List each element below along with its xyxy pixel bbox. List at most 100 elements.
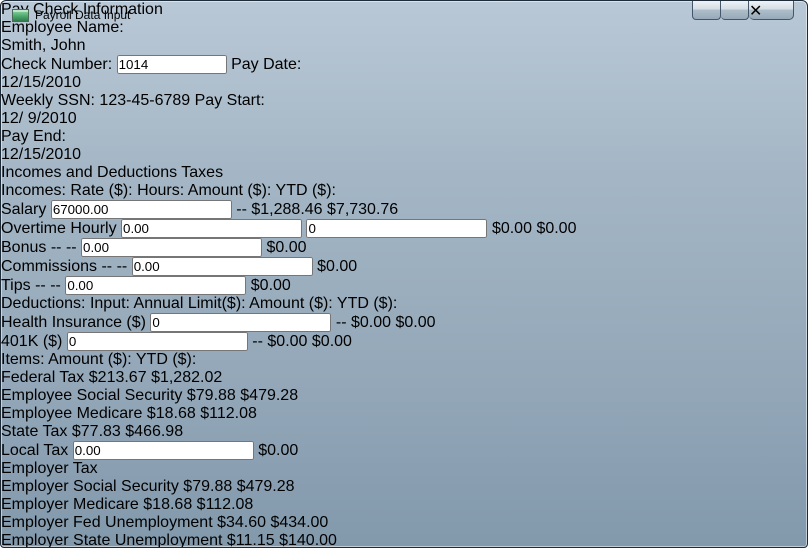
employee-name-combo[interactable]: Smith, John bbox=[1, 37, 133, 55]
row-label: Employer Fed Unemployment bbox=[1, 514, 213, 531]
income-row-commissions: Commissions -- -- $0.00 bbox=[1, 257, 807, 276]
row-amount: $34.60 bbox=[217, 514, 267, 531]
tax-row-employer-ss: Employer Social Security $79.88 $479.28 bbox=[1, 478, 807, 496]
row-label: Overtime Hourly bbox=[1, 220, 117, 237]
incomes-deductions-section-title: Incomes and Deductions bbox=[1, 164, 178, 181]
row-hours: -- bbox=[236, 201, 247, 218]
maximize-button[interactable] bbox=[721, 1, 749, 20]
deduction-row-health-insurance: Health Insurance ($) -- $0.00 $0.00 bbox=[1, 313, 807, 332]
title-bar[interactable]: Payroll Data Input ✕ bbox=[1, 1, 807, 29]
client-area: Pay Check Information Employee Name: Smi… bbox=[1, 1, 807, 548]
payroll-window: Payroll Data Input ✕ Pay Check Informati… bbox=[0, 0, 808, 548]
section-header-band: Incomes and Deductions Taxes bbox=[1, 164, 807, 182]
window-title: Payroll Data Input bbox=[35, 8, 131, 22]
close-icon: ✕ bbox=[749, 3, 763, 20]
row-label: State Tax bbox=[1, 423, 68, 440]
row-label: Employee Social Security bbox=[1, 387, 183, 404]
row-annual-limit: -- bbox=[335, 314, 347, 331]
row-ytd: $112.08 bbox=[200, 405, 257, 422]
overtime-hours-input[interactable] bbox=[306, 219, 488, 238]
salary-rate-input[interactable] bbox=[50, 200, 232, 219]
ytd-col-header: YTD ($): bbox=[336, 295, 398, 312]
tax-row-employer-medicare: Employer Medicare $18.68 $112.08 bbox=[1, 496, 807, 514]
401k-input[interactable] bbox=[66, 332, 248, 351]
row-label-401k-link[interactable]: 401K ($) bbox=[1, 333, 62, 350]
row-amount: $18.68 bbox=[146, 405, 196, 422]
ssn-label: SSN: bbox=[57, 92, 95, 109]
row-ytd: $0.00 bbox=[258, 442, 299, 459]
health-insurance-input[interactable] bbox=[150, 313, 332, 332]
amount-col-header: Amount ($): bbox=[48, 351, 132, 368]
deduction-row-401k: 401K ($) -- $0.00 $0.00 bbox=[1, 332, 807, 351]
employer-tax-title: Employer Tax bbox=[1, 460, 98, 477]
row-ytd: $0.00 bbox=[395, 314, 436, 331]
pay-date-value: 12/15/2010 bbox=[1, 74, 82, 91]
amount-col-header: Amount ($): bbox=[249, 295, 333, 312]
row-label: Local Tax bbox=[1, 442, 69, 459]
income-row-tips: Tips -- -- $0.00 bbox=[1, 276, 807, 295]
taxes-header-row: Items: Amount ($): YTD ($): bbox=[1, 351, 807, 369]
row-amount: $79.88 bbox=[186, 387, 236, 404]
row-amount: $213.67 bbox=[88, 369, 147, 386]
row-ytd: $0.00 bbox=[250, 277, 291, 294]
items-col-header: Items: bbox=[1, 351, 45, 368]
ytd-col-header: YTD ($): bbox=[135, 351, 197, 368]
row-rate: -- bbox=[35, 277, 46, 294]
pay-end-label: Pay End: bbox=[1, 128, 66, 145]
close-window-button[interactable]: ✕ bbox=[749, 1, 794, 20]
row-rate: -- bbox=[101, 258, 113, 275]
row-label: Federal Tax bbox=[1, 369, 85, 386]
app-icon bbox=[12, 9, 29, 22]
row-annual-limit: -- bbox=[252, 333, 263, 350]
rate-col-header: Rate ($): bbox=[70, 182, 133, 199]
tax-row-federal: Federal Tax $213.67 $1,282.02 bbox=[1, 369, 807, 387]
row-hours: -- bbox=[50, 277, 61, 294]
row-amount: $1,288.46 bbox=[251, 201, 323, 218]
row-hours: -- bbox=[116, 258, 128, 275]
input-col-header: Input: bbox=[89, 295, 130, 312]
row-label: Employer Medicare bbox=[1, 496, 139, 513]
row-ytd: $0.00 bbox=[266, 239, 307, 256]
row-label: Employee Medicare bbox=[1, 405, 143, 422]
incomes-header-row: Incomes: Rate ($): Hours: Amount ($): YT… bbox=[1, 182, 807, 200]
tax-row-employee-ss: Employee Social Security $79.88 $479.28 bbox=[1, 387, 807, 405]
row-label: Employer State Unemployment bbox=[1, 532, 223, 548]
row-label: Bonus bbox=[1, 239, 47, 256]
amount-col-header: Amount ($): bbox=[187, 182, 272, 199]
row-amount: $79.88 bbox=[183, 478, 233, 495]
incomes-col-header: Incomes: bbox=[1, 182, 66, 199]
check-number-field[interactable] bbox=[116, 55, 227, 74]
local-tax-input[interactable] bbox=[72, 441, 254, 460]
pay-start-label: Pay Start: bbox=[194, 92, 265, 109]
row-ytd: $434.00 bbox=[270, 514, 329, 531]
ssn-value: 123-45-6789 bbox=[99, 92, 191, 109]
row-amount: $0.00 bbox=[491, 220, 532, 237]
tips-amount-input[interactable] bbox=[65, 276, 247, 295]
minimize-button[interactable] bbox=[692, 1, 721, 20]
tax-row-employer-fed-unemployment: Employer Fed Unemployment $34.60 $434.00 bbox=[1, 514, 807, 532]
taxes-panel: Items: Amount ($): YTD ($): Federal Tax … bbox=[1, 351, 807, 548]
pay-start-picker[interactable]: 12/ 9/2010 bbox=[1, 110, 113, 128]
bonus-amount-input[interactable] bbox=[81, 238, 263, 257]
pay-end-picker[interactable]: 12/15/2010 bbox=[1, 146, 89, 164]
hours-col-header: Hours: bbox=[137, 182, 185, 199]
caption-buttons: ✕ bbox=[692, 1, 794, 20]
row-amount: $77.83 bbox=[71, 423, 121, 440]
row-amount: $0.00 bbox=[350, 314, 392, 331]
employee-name-value: Smith, John bbox=[1, 37, 86, 54]
row-label: Employer Social Security bbox=[1, 478, 179, 495]
overtime-rate-input[interactable] bbox=[121, 219, 303, 238]
commissions-amount-input[interactable] bbox=[131, 257, 313, 276]
row-label: Salary bbox=[1, 201, 47, 218]
row-rate: -- bbox=[50, 239, 62, 256]
row-ytd: $0.00 bbox=[317, 258, 358, 275]
row-amount: $0.00 bbox=[267, 333, 308, 350]
deductions-col-header: Deductions: bbox=[1, 295, 86, 312]
ytd-col-header: YTD ($): bbox=[275, 182, 336, 199]
row-hours: -- bbox=[65, 239, 77, 256]
pay-date-picker[interactable]: 12/15/2010 bbox=[1, 74, 89, 92]
income-row-overtime: Overtime Hourly $0.00 $0.00 bbox=[1, 219, 807, 238]
incomes-deductions-panel: Incomes: Rate ($): Hours: Amount ($): YT… bbox=[1, 182, 807, 351]
row-ytd: $0.00 bbox=[311, 333, 352, 350]
income-row-salary: Salary -- $1,288.46 $7,730.76 bbox=[1, 200, 807, 219]
